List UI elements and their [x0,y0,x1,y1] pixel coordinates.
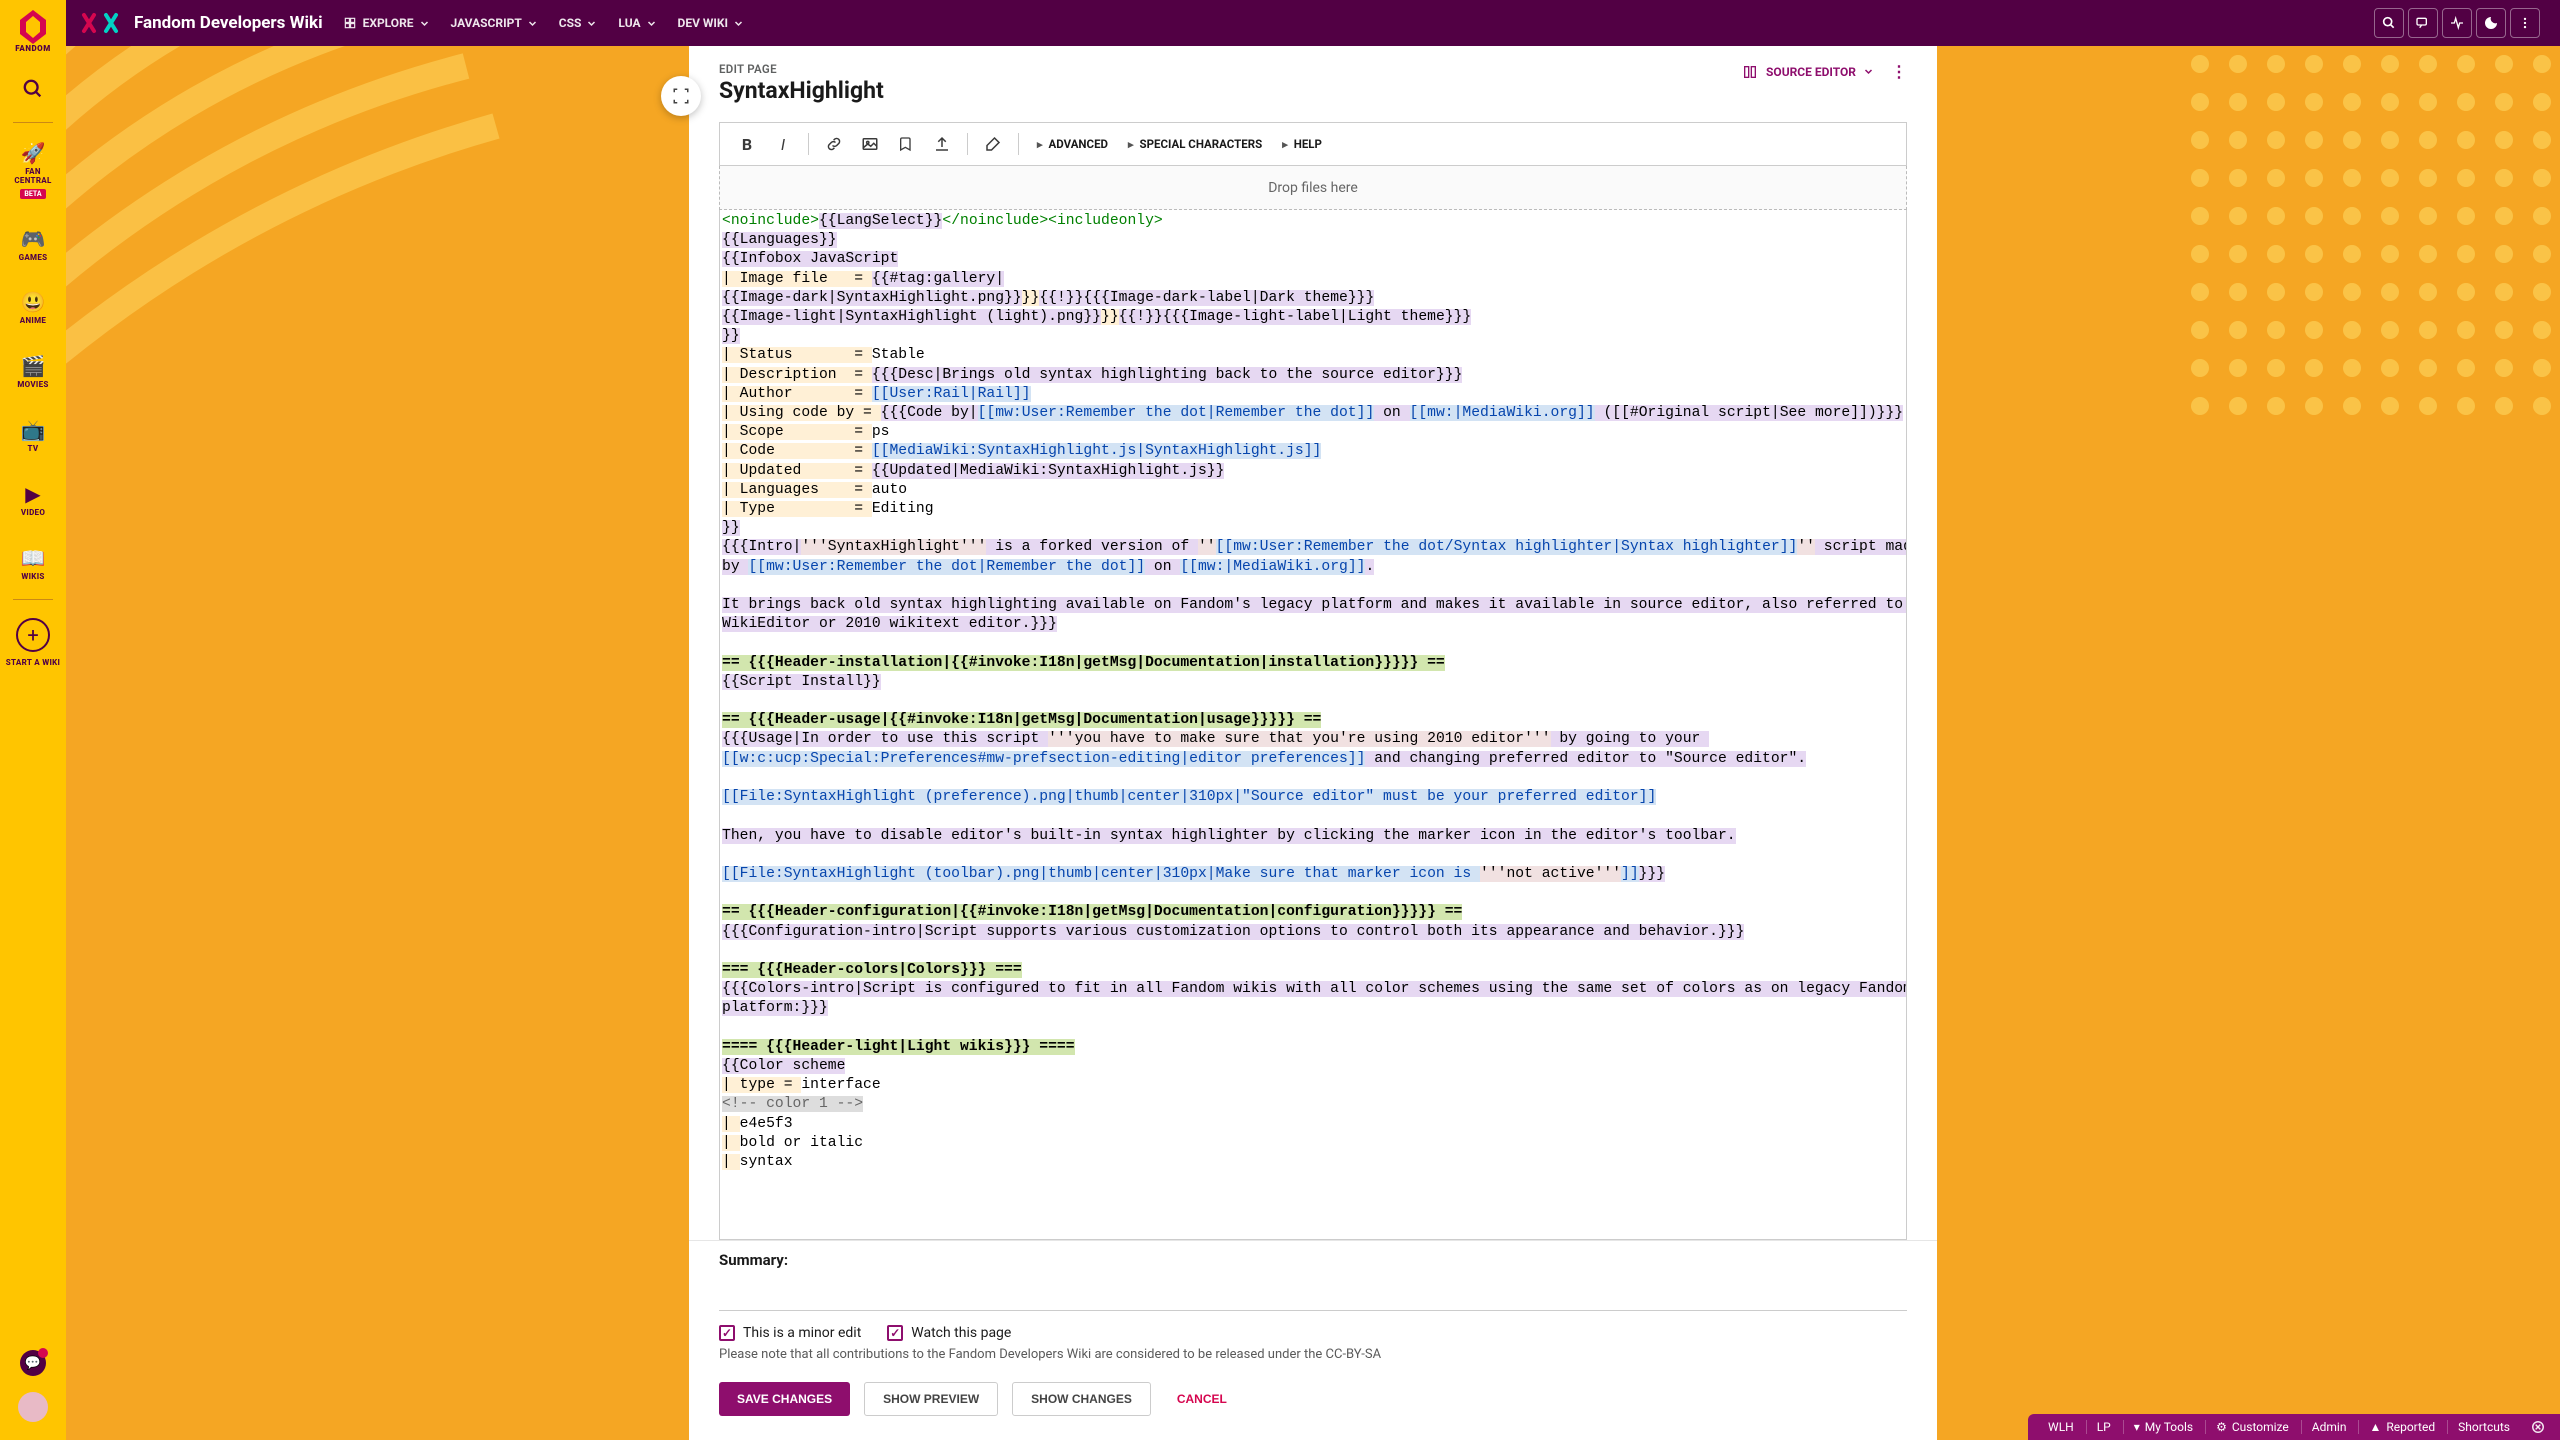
theme-button[interactable] [2476,8,2506,38]
editor-panel: EDIT PAGE SyntaxHighlight SOURCE EDITOR … [689,46,1937,1440]
source-code-editor[interactable]: <noinclude>{{LangSelect}}</noinclude><in… [719,210,1907,1240]
watch-page-checkbox[interactable]: ✓Watch this page [887,1325,1011,1341]
expand-icon[interactable] [661,76,701,116]
edit-page-label: EDIT PAGE [719,62,1742,76]
more-options-icon[interactable]: ⋮ [1891,62,1907,81]
minor-edit-checkbox[interactable]: ✓This is a minor edit [719,1325,861,1341]
license-note: Please note that all contributions to th… [719,1347,1907,1362]
nav-item-javascript[interactable]: JAVASCRIPT [451,16,537,30]
toolbar-advanced[interactable]: ▸ADVANCED [1027,137,1118,151]
sidebar-item-wikis[interactable]: 📖WIKIS [14,532,51,596]
sidebar-item-tv[interactable]: 📺TV [14,404,51,468]
image-button[interactable] [853,127,887,161]
nav-item-css[interactable]: CSS [559,16,597,30]
close-icon[interactable] [2526,1415,2550,1439]
fandom-sidebar: FANDOM 🚀FANCENTRALBETA🎮GAMES😃ANIME🎬MOVIE… [0,0,66,1440]
fandom-logo[interactable]: FANDOM [9,10,57,58]
upload-button[interactable] [925,127,959,161]
toolbar-special-characters[interactable]: ▸SPECIAL CHARACTERS [1118,137,1272,151]
wiki-logo[interactable]: Fandom Developers Wiki [80,9,323,37]
link-button[interactable] [817,127,851,161]
more-button[interactable] [2510,8,2540,38]
save-button[interactable]: SAVE CHANGES [719,1382,850,1416]
search-icon[interactable] [22,78,44,104]
wiki-header: Fandom Developers Wiki EXPLORE JAVASCRIPT… [0,0,2560,46]
sidebar-item-games[interactable]: 🎮GAMES [14,213,51,277]
fandom-brand-text: FANDOM [15,44,50,53]
bottom-wlh[interactable]: WLH [2038,1420,2084,1434]
show-changes-button[interactable]: SHOW CHANGES [1012,1382,1151,1416]
reference-button[interactable] [889,127,923,161]
sidebar-item-anime[interactable]: 😃ANIME [14,276,51,340]
nav-item-dev wiki[interactable]: DEV WIKI [678,16,744,30]
sidebar-item-video[interactable]: ▶VIDEO [14,468,51,532]
nav-item-explore[interactable]: EXPLORE [343,16,429,30]
toolbar-help[interactable]: ▸HELP [1272,137,1332,151]
bottom-admin[interactable]: Admin [2301,1420,2357,1434]
divider [13,122,53,123]
bottom-customize[interactable]: ⚙Customize [2205,1420,2299,1434]
bottom-lp[interactable]: LP [2086,1420,2121,1434]
summary-input[interactable] [719,1275,1907,1311]
highlight-button[interactable] [976,127,1010,161]
file-drop-zone[interactable]: Drop files here [719,166,1907,210]
divider [13,599,53,600]
discussions-button[interactable] [2408,8,2438,38]
sidebar-item-fan-central[interactable]: 🚀FANCENTRALBETA [14,127,51,213]
user-avatar[interactable] [18,1392,48,1422]
start-wiki[interactable]: + START A WIKI [0,604,66,682]
plus-icon: + [16,618,50,652]
editor-footer: Summary: ✓This is a minor edit ✓Watch th… [689,1240,1937,1440]
bottom-my-tools[interactable]: ▾My Tools [2123,1420,2203,1434]
cancel-button[interactable]: CANCEL [1165,1382,1239,1416]
bottom-reported[interactable]: ▲Reported [2358,1420,2445,1434]
bottom-shortcuts[interactable]: Shortcuts [2447,1420,2520,1434]
editor-toolbar: B I ▸ADVANCED▸SPECIAL CHARACTERS▸HELP [719,122,1907,166]
sidebar-item-movies[interactable]: 🎬MOVIES [14,340,51,404]
activity-button[interactable] [2442,8,2472,38]
bottom-toolbar: WLHLP▾My Tools⚙CustomizeAdmin▲ReportedSh… [2028,1414,2560,1440]
search-button[interactable] [2374,8,2404,38]
messages-icon[interactable]: 💬 [20,1350,46,1376]
preview-button[interactable]: SHOW PREVIEW [864,1382,998,1416]
wiki-title: Fandom Developers Wiki [134,13,323,33]
italic-button[interactable]: I [766,127,800,161]
summary-label: Summary: [719,1251,1907,1269]
nav-item-lua[interactable]: LUA [618,16,655,30]
source-editor-dropdown[interactable]: SOURCE EDITOR [1742,64,1873,80]
bold-button[interactable]: B [730,127,764,161]
page-title: SyntaxHighlight [719,77,1742,104]
